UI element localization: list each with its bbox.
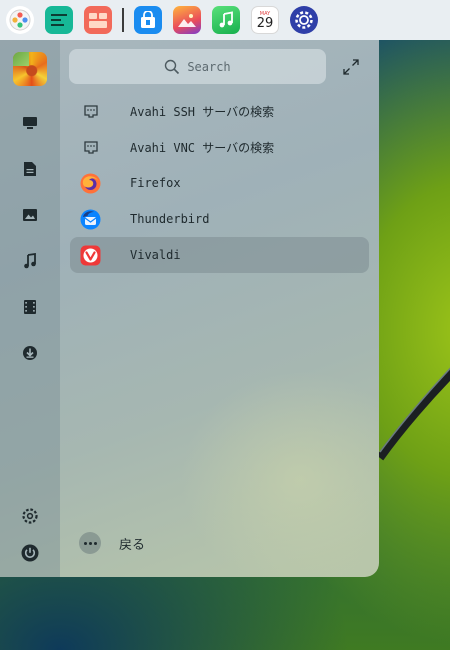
app-store-icon[interactable] — [134, 6, 162, 34]
control-center-icon[interactable] — [19, 505, 41, 527]
app-label: Firefox — [130, 176, 181, 190]
search-icon — [165, 59, 180, 74]
thunderbird-icon — [80, 209, 101, 230]
music-note-icon[interactable] — [19, 250, 41, 272]
back-button[interactable]: 戻る — [79, 532, 145, 554]
file-manager-icon[interactable] — [84, 6, 112, 34]
document-icon[interactable] — [19, 158, 41, 180]
app-label: Vivaldi — [130, 248, 181, 262]
user-avatar[interactable] — [13, 52, 47, 86]
calendar-icon[interactable]: MAY 29 — [251, 6, 279, 34]
dock: MAY 29 — [0, 0, 450, 40]
picture-icon[interactable] — [19, 204, 41, 226]
dock-separator — [122, 8, 124, 32]
more-dots-icon — [79, 532, 101, 554]
app-item-avahi-vnc[interactable]: Avahi VNC サーバの検索 — [70, 129, 369, 165]
back-label: 戻る — [119, 537, 146, 553]
all-apps-icon[interactable] — [19, 112, 41, 134]
app-item-avahi-ssh[interactable]: Avahi SSH サーバの検索 — [70, 93, 369, 129]
app-list: Avahi SSH サーバの検索 Avahi VNC サーバの検索 Firefo… — [70, 93, 369, 273]
category-rail — [0, 40, 60, 577]
app-item-vivaldi[interactable]: Vivaldi — [70, 237, 369, 273]
search-placeholder: Search — [187, 59, 231, 74]
music-icon[interactable] — [212, 6, 240, 34]
fullscreen-expand-icon[interactable] — [342, 58, 360, 76]
search-box[interactable]: Search — [69, 49, 326, 84]
app-item-firefox[interactable]: Firefox — [70, 165, 369, 201]
calendar-day: 29 — [256, 15, 274, 31]
app-label: Avahi VNC サーバの検索 — [130, 140, 275, 155]
app-launcher: Search Avahi SSH サーバの検索 Avahi VNC サーバの検索… — [0, 40, 379, 577]
vivaldi-icon — [80, 245, 101, 266]
settings-icon[interactable] — [290, 6, 318, 34]
app-label: Thunderbird — [130, 212, 210, 226]
terminal-icon[interactable] — [45, 6, 73, 34]
power-icon[interactable] — [19, 542, 41, 564]
download-icon[interactable] — [19, 342, 41, 364]
network-icon — [80, 137, 101, 158]
app-label: Avahi SSH サーバの検索 — [130, 104, 275, 119]
firefox-icon — [80, 173, 101, 194]
network-icon — [80, 101, 101, 122]
launcher-icon[interactable] — [6, 6, 34, 34]
image-viewer-icon[interactable] — [173, 6, 201, 34]
app-item-thunderbird[interactable]: Thunderbird — [70, 201, 369, 237]
video-icon[interactable] — [19, 296, 41, 318]
